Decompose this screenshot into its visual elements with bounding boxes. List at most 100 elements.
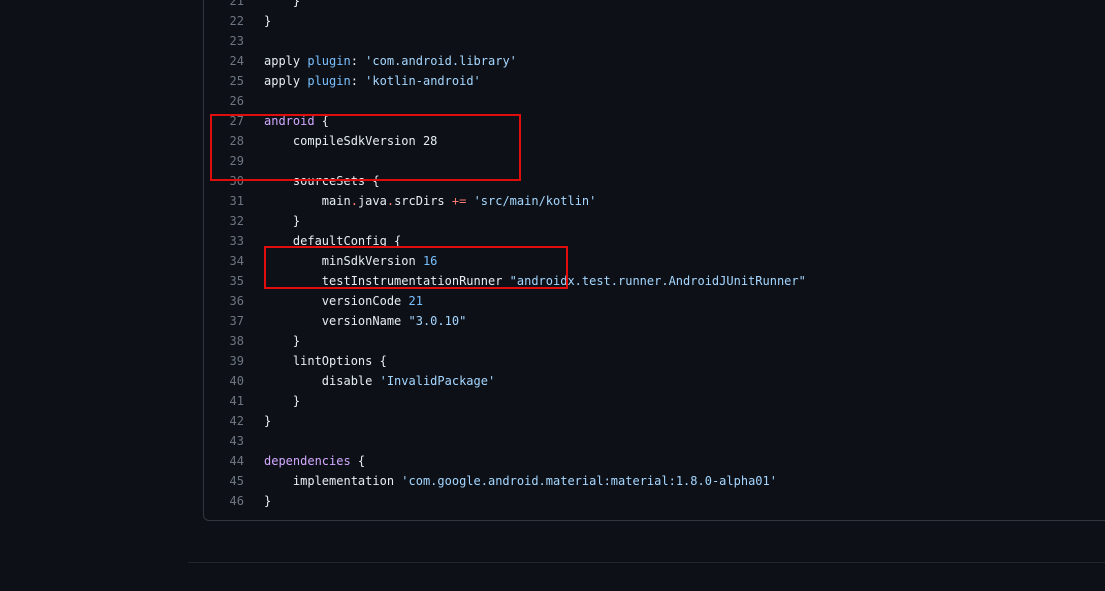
- code-line: 31 main.java.srcDirs += 'src/main/kotlin…: [204, 191, 1105, 211]
- code-token: }: [264, 14, 272, 28]
- line-number[interactable]: 41: [204, 391, 244, 411]
- code-token: 16: [422, 254, 438, 268]
- line-number[interactable]: 39: [204, 351, 244, 371]
- code-line: 39 lintOptions {: [204, 351, 1105, 371]
- line-number[interactable]: 37: [204, 311, 244, 331]
- line-number[interactable]: 35: [204, 271, 244, 291]
- code-text: apply plugin: 'com.android.library': [264, 51, 517, 71]
- code-token: apply: [264, 54, 308, 68]
- code-text: minSdkVersion 16: [264, 251, 438, 271]
- code-token: }: [264, 0, 301, 8]
- code-token: 'com.google.android.material:material:1.…: [401, 474, 777, 488]
- code-token: main: [264, 194, 351, 208]
- code-line: 23: [204, 31, 1105, 51]
- code-token: 21: [408, 294, 423, 308]
- code-text: }: [264, 211, 300, 231]
- code-line: 42}: [204, 411, 1105, 431]
- code-line: 27 android {: [204, 111, 1105, 131]
- code-text: }: [264, 331, 300, 351]
- code-text: sourceSets {: [264, 171, 380, 191]
- code-token: 'src/main/kotlin': [473, 194, 597, 208]
- line-number[interactable]: 32: [204, 211, 244, 231]
- footer-divider: [188, 562, 1105, 563]
- line-number[interactable]: 26: [204, 91, 244, 111]
- code-line: 36 versionCode 21: [204, 291, 1105, 311]
- code-text: defaultConfig {: [264, 231, 401, 251]
- code-token: }: [264, 494, 272, 508]
- code-text: main.java.srcDirs += 'src/main/kotlin': [264, 191, 597, 211]
- code-token: 'InvalidPackage': [379, 374, 496, 388]
- code-line: 45 implementation 'com.google.android.ma…: [204, 471, 1105, 491]
- code-token: testInstrumentationRunner: [264, 274, 510, 288]
- code-token: java: [357, 194, 387, 208]
- code-text: disable 'InvalidPackage': [264, 371, 495, 391]
- line-number[interactable]: 34: [204, 251, 244, 271]
- code-line: 22}: [204, 11, 1105, 31]
- line-number[interactable]: 30: [204, 171, 244, 191]
- code-token: defaultConfig {: [264, 234, 402, 248]
- code-text: versionCode 21: [264, 291, 423, 311]
- line-number[interactable]: 45: [204, 471, 244, 491]
- code-line: 38 }: [204, 331, 1105, 351]
- code-token: plugin: [307, 54, 351, 68]
- code-token: android: [264, 114, 315, 128]
- code-text: dependencies {: [264, 451, 365, 471]
- line-number[interactable]: 33: [204, 231, 244, 251]
- code-token: +=: [451, 194, 467, 208]
- code-line: 44 dependencies {: [204, 451, 1105, 471]
- code-token: "3.0.10": [408, 314, 467, 328]
- code-token: lintOptions {: [264, 354, 387, 368]
- code-line: 33 defaultConfig {: [204, 231, 1105, 251]
- line-number[interactable]: 36: [204, 291, 244, 311]
- line-number[interactable]: 44: [204, 451, 244, 471]
- line-number[interactable]: 23: [204, 31, 244, 51]
- code-text: versionName "3.0.10": [264, 311, 467, 331]
- code-token: 'com.android.library': [365, 54, 517, 68]
- code-token: }: [264, 334, 301, 348]
- code-text: apply plugin: 'kotlin-android': [264, 71, 481, 91]
- line-number[interactable]: 31: [204, 191, 244, 211]
- code-line: 40 disable 'InvalidPackage': [204, 371, 1105, 391]
- line-number[interactable]: 21: [204, 0, 244, 11]
- code-token: "androidx.test.runner.AndroidJUnitRunner…: [509, 274, 806, 288]
- line-number[interactable]: 38: [204, 331, 244, 351]
- code-line: 43: [204, 431, 1105, 451]
- line-number[interactable]: 28: [204, 131, 244, 151]
- code-text: android {: [264, 111, 329, 131]
- line-number[interactable]: 40: [204, 371, 244, 391]
- code-text: }: [264, 411, 271, 431]
- code-line: 30 sourceSets {: [204, 171, 1105, 191]
- code-token: {: [350, 454, 366, 468]
- code-token: implementation: [264, 474, 402, 488]
- code-line: 21 }: [204, 0, 1105, 11]
- code-token: sourceSets {: [264, 174, 380, 188]
- line-number[interactable]: 29: [204, 151, 244, 171]
- code-token: compileSdkVersion 28: [264, 134, 438, 148]
- code-token: disable: [264, 374, 380, 388]
- code-text: }: [264, 491, 271, 511]
- line-number[interactable]: 25: [204, 71, 244, 91]
- line-number[interactable]: 42: [204, 411, 244, 431]
- code-token: srcDirs: [394, 194, 452, 208]
- line-number[interactable]: 46: [204, 491, 244, 511]
- line-number[interactable]: 43: [204, 431, 244, 451]
- code-line: 41 }: [204, 391, 1105, 411]
- code-line: 29: [204, 151, 1105, 171]
- code-line: 24 apply plugin: 'com.android.library': [204, 51, 1105, 71]
- code-token: }: [264, 414, 272, 428]
- code-token: 'kotlin-android': [365, 74, 481, 88]
- line-number[interactable]: 22: [204, 11, 244, 31]
- code-token: dependencies: [264, 454, 351, 468]
- code-token: versionCode: [264, 294, 409, 308]
- code-line: 25 apply plugin: 'kotlin-android': [204, 71, 1105, 91]
- code-viewer: 21 } 22} 23 24 apply plugin: 'com.android.li…: [203, 0, 1105, 521]
- line-number[interactable]: 24: [204, 51, 244, 71]
- code-line: 28 compileSdkVersion 28: [204, 131, 1105, 151]
- code-token: {: [314, 114, 330, 128]
- code-token: apply: [264, 74, 308, 88]
- line-number[interactable]: 27: [204, 111, 244, 131]
- code-token: :: [350, 74, 366, 88]
- code-text: lintOptions {: [264, 351, 387, 371]
- code-token: plugin: [307, 74, 351, 88]
